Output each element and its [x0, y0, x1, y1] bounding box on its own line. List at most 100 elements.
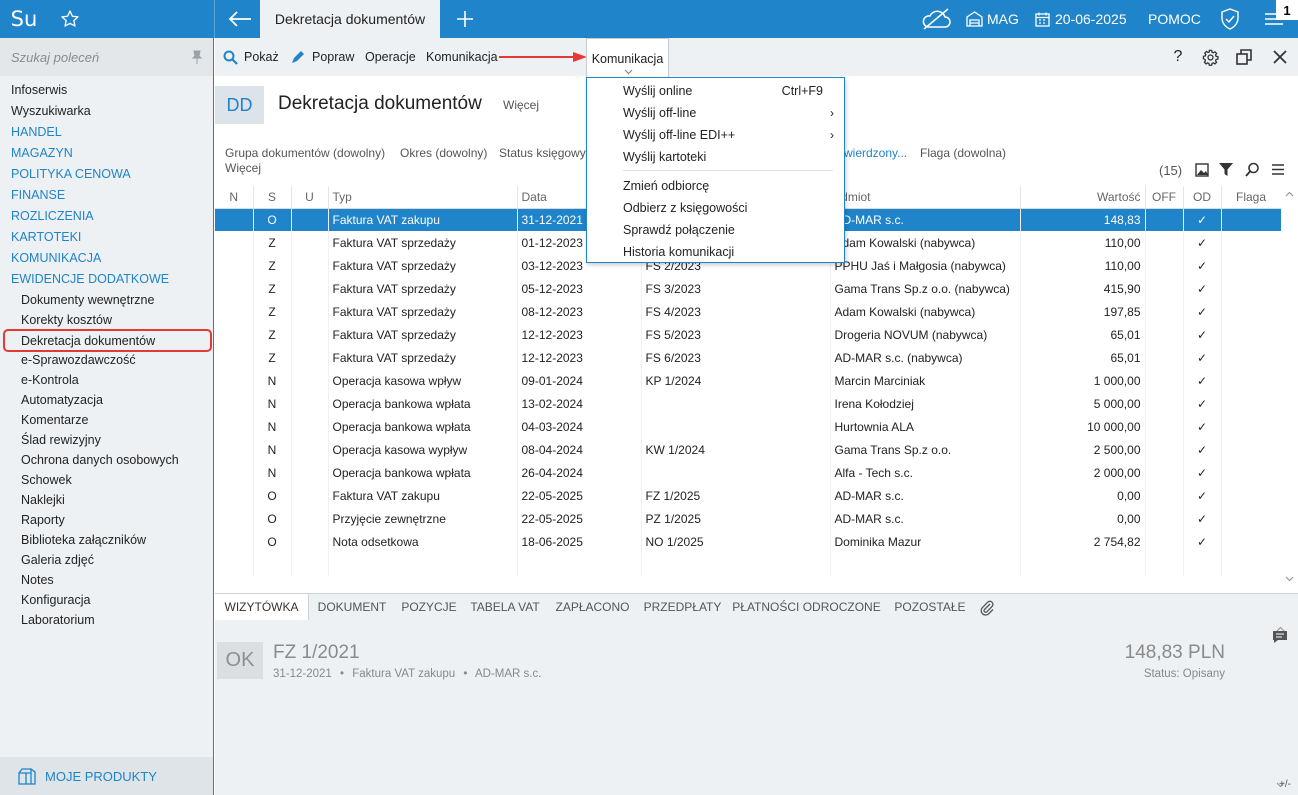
more-link[interactable]: Więcej [503, 98, 539, 112]
table-row[interactable]: Z Faktura VAT sprzedaży 08-12-2023 FS 4/… [215, 300, 1281, 323]
column-header[interactable]: OD [1183, 186, 1222, 209]
table-row[interactable]: Z Faktura VAT sprzedaży 12-12-2023 FS 6/… [215, 346, 1281, 369]
table-row[interactable]: N Operacja kasowa wypływ 08-04-2024 KW 1… [215, 438, 1281, 461]
sidebar-item-komentarze[interactable]: Komentarze [21, 410, 88, 430]
sidebar-item-korekty-kosztów[interactable]: Korekty kosztów [21, 310, 112, 330]
grid-search-icon[interactable] [1245, 162, 1260, 177]
column-header[interactable]: U [291, 186, 329, 209]
column-header[interactable]: OFF [1145, 186, 1184, 209]
detail-tab-5[interactable]: PRZEDPŁATY [638, 594, 727, 621]
grid-vertical-scrollbar[interactable] [1281, 186, 1298, 588]
operations-button[interactable]: Operacje [365, 38, 416, 76]
table-row[interactable]: Z Faktura VAT sprzedaży 05-12-2023 FS 3/… [215, 277, 1281, 300]
comments-icon[interactable] [1272, 630, 1288, 644]
table-row[interactable]: O Faktura VAT zakupu 22-05-2025 FZ 1/202… [215, 484, 1281, 507]
menu-item-7[interactable]: Historia komunikacji [623, 242, 734, 262]
sidebar-item-konfiguracja[interactable]: Konfiguracja [21, 590, 91, 610]
sidebar-item-galeria-zdjęć[interactable]: Galeria zdjęć [21, 550, 94, 570]
detail-tab-0[interactable]: WIZYTÓWKA [215, 594, 309, 621]
cloud-offline-icon[interactable] [920, 0, 952, 38]
menu-item-2[interactable]: Wyślij off-line EDI++ [623, 125, 735, 145]
detail-tab-3[interactable]: TABELA VAT [463, 594, 547, 621]
shield-icon[interactable] [1220, 0, 1240, 38]
close-icon[interactable] [1263, 38, 1297, 76]
edit-button[interactable]: Popraw [290, 38, 354, 76]
warehouse-selector[interactable]: MAG [966, 0, 1019, 38]
menu-item-6[interactable]: Sprawdź połączenie [623, 220, 735, 240]
menu-item-0[interactable]: Wyślij online [623, 81, 692, 101]
pin-icon[interactable] [191, 50, 203, 64]
filter-accounting-status[interactable]: Status księgowy [499, 146, 586, 160]
menu-item-3[interactable]: Wyślij kartoteki [623, 147, 706, 167]
restore-window-icon[interactable] [1227, 38, 1261, 76]
sidebar-item-komunikacja[interactable]: KOMUNIKACJA [11, 248, 101, 268]
column-header[interactable]: S [253, 186, 292, 209]
export-image-icon[interactable] [1195, 163, 1209, 177]
table-row[interactable]: N Operacja bankowa wpłata 26-04-2024 Alf… [215, 461, 1281, 484]
scroll-up-chevron-icon[interactable] [1285, 191, 1294, 197]
zoom-plus-minus[interactable]: +/- [1279, 779, 1291, 790]
table-row[interactable]: N Operacja bankowa wpłata 04-03-2024 Hur… [215, 415, 1281, 438]
sidebar-item-wyszukiwarka[interactable]: Wyszukiwarka [11, 101, 91, 121]
settings-gear-icon[interactable] [1193, 38, 1227, 76]
help-question-button[interactable]: ? [1161, 38, 1195, 76]
column-menu-icon[interactable] [1272, 164, 1284, 175]
my-products-button[interactable]: MOJE PRODUKTY [0, 757, 213, 795]
sidebar-item-ślad-rewizyjny[interactable]: Ślad rewizyjny [21, 430, 101, 450]
sidebar-item-finanse[interactable]: FINANSE [11, 185, 65, 205]
sidebar-item-dekretacja-dokumentów[interactable]: Dekretacja dokumentów [3, 329, 212, 352]
sidebar-item-dokumenty-wewnętrzne[interactable]: Dokumenty wewnętrzne [21, 290, 154, 310]
column-header[interactable]: odmiot [830, 186, 1021, 209]
filter-flag[interactable]: Flaga (dowolna) [920, 146, 1006, 160]
communication-button[interactable]: Komunikacja [426, 38, 498, 76]
column-header[interactable]: Typ [328, 186, 518, 209]
sidebar-item-ochrona-danych-osobowych[interactable]: Ochrona danych osobowych [21, 450, 179, 470]
detail-tab-7[interactable]: POZOSTAŁE [886, 594, 974, 621]
filter-confirmed[interactable]: wierdzony... [844, 146, 907, 160]
sidebar-item-notes[interactable]: Notes [21, 570, 54, 590]
sidebar-item-infoserwis[interactable]: Infoserwis [11, 80, 67, 100]
sidebar-item-handel[interactable]: HANDEL [11, 122, 62, 142]
help-button[interactable]: POMOC [1148, 0, 1201, 38]
tab-dekretacja[interactable]: Dekretacja dokumentów [260, 0, 440, 38]
command-search-input[interactable]: Szukaj poleceń [0, 38, 213, 76]
column-header[interactable]: Flaga [1221, 186, 1281, 209]
table-row[interactable]: Z Faktura VAT sprzedaży 12-12-2023 FS 5/… [215, 323, 1281, 346]
detail-tab-1[interactable]: DOKUMENT [309, 594, 395, 621]
new-tab-plus-icon[interactable] [450, 0, 480, 38]
column-header[interactable]: N [215, 186, 254, 209]
sidebar-item-e-kontrola[interactable]: e-Kontrola [21, 370, 79, 390]
favorites-star-icon[interactable] [50, 0, 90, 38]
column-header[interactable]: Wartość [1020, 186, 1146, 209]
detail-tab-4[interactable]: ZAPŁACONO [547, 594, 638, 621]
menu-item-1[interactable]: Wyślij off-line [623, 103, 696, 123]
filter-period[interactable]: Okres (dowolny) [400, 146, 487, 160]
menu-item-4[interactable]: Zmień odbiorcę [623, 176, 709, 196]
detail-tab-2[interactable]: POZYCJE [395, 594, 463, 621]
sidebar-item-polityka-cenowa[interactable]: POLITYKA CENOWA [11, 164, 131, 184]
show-button[interactable]: Pokaż [223, 38, 279, 76]
scroll-down-chevron-icon[interactable] [1285, 576, 1294, 582]
menu-item-5[interactable]: Odbierz z księgowości [623, 198, 747, 218]
detail-tab-6[interactable]: PŁATNOŚCI ODROCZONE [727, 594, 886, 621]
sidebar-item-automatyzacja[interactable]: Automatyzacja [21, 390, 103, 410]
sidebar-item-laboratorium[interactable]: Laboratorium [21, 610, 95, 630]
sidebar-item-schowek[interactable]: Schowek [21, 470, 72, 490]
app-logo[interactable]: Su [0, 0, 48, 38]
table-row[interactable]: O Przyjęcie zewnętrzne 22-05-2025 PZ 1/2… [215, 507, 1281, 530]
sidebar-item-naklejki[interactable]: Naklejki [21, 490, 65, 510]
filter-document-group[interactable]: Grupa dokumentów (dowolny) [225, 146, 385, 160]
table-row[interactable]: N Operacja kasowa wpływ 09-01-2024 KP 1/… [215, 369, 1281, 392]
date-selector[interactable]: 20-06-2025 [1035, 0, 1127, 38]
sidebar-item-rozliczenia[interactable]: ROZLICZENIA [11, 206, 94, 226]
sidebar-item-biblioteka-załączników[interactable]: Biblioteka załączników [21, 530, 146, 550]
table-row[interactable]: O Nota odsetkowa 18-06-2025 NO 1/2025 Do… [215, 530, 1281, 553]
communication-menu-tab[interactable]: Komunikacja [586, 38, 669, 78]
sidebar-item-ewidencje-dodatkowe[interactable]: EWIDENCJE DODATKOWE [11, 269, 169, 289]
sidebar-item-e-sprawozdawczość[interactable]: e-Sprawozdawczość [21, 350, 136, 370]
sidebar-item-kartoteki[interactable]: KARTOTEKI [11, 227, 81, 247]
back-arrow-icon[interactable] [222, 0, 258, 38]
notification-badge[interactable]: 1 [1276, 0, 1298, 20]
filter-more-link[interactable]: Więcej [225, 161, 261, 175]
sidebar-item-magazyn[interactable]: MAGAZYN [11, 143, 73, 163]
